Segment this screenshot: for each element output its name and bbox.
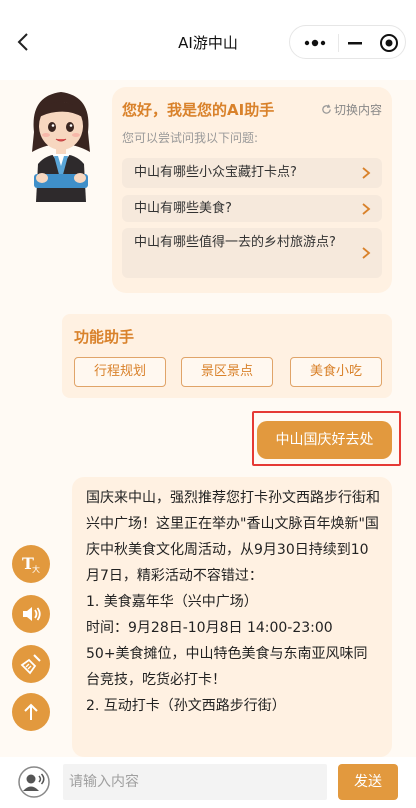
food-snacks-button[interactable]: 美食小吃 <box>290 357 382 387</box>
refresh-icon <box>321 103 332 117</box>
top-nav-bar: AI游中山 <box>0 0 416 80</box>
greeting-subtitle: 您可以尝试问我以下问题: <box>122 131 259 145</box>
minimize-icon[interactable] <box>342 34 368 52</box>
suggested-question-label: 中山有哪些美食? <box>134 201 232 216</box>
user-message-bubble[interactable]: 中山国庆好去处 <box>257 421 392 459</box>
greeting-card: 您好，我是您的AI助手 切换内容 您可以尝试问我以下问题: 中山有哪些小众宝藏打… <box>112 87 392 293</box>
speaker-icon <box>23 607 41 621</box>
close-target-icon[interactable] <box>378 33 400 53</box>
suggested-question-label: 中山有哪些小众宝藏打卡点? <box>134 165 297 180</box>
chevron-right-icon <box>362 247 371 259</box>
suggested-question[interactable]: 中山有哪些小众宝藏打卡点? <box>122 158 382 188</box>
voice-input-button[interactable] <box>18 766 50 798</box>
capsule-divider <box>338 34 339 52</box>
switch-content-button[interactable]: 切换内容 <box>321 101 382 118</box>
scenic-spots-button[interactable]: 景区景点 <box>181 357 273 387</box>
message-input[interactable] <box>63 764 327 800</box>
suggested-question[interactable]: 中山有哪些美食? <box>122 195 382 222</box>
assistant-answer-bubble: 国庆来中山，强烈推荐您打卡孙文西路步行街和兴中广场！这里正在举办"香山文脉百年焕… <box>72 477 392 757</box>
ai-assistant-avatar <box>16 82 106 202</box>
font-size-icon: T 大 <box>22 554 40 574</box>
scroll-top-button[interactable] <box>12 693 50 731</box>
greeting-title: 您好，我是您的AI助手 <box>122 101 275 119</box>
clear-chat-button[interactable] <box>12 645 50 683</box>
svg-text:大: 大 <box>32 564 40 574</box>
broom-clear-icon <box>20 654 41 675</box>
function-helper-title: 功能助手 <box>74 328 135 346</box>
chevron-right-icon <box>362 202 371 215</box>
suggested-question[interactable]: 中山有哪些值得一去的乡村旅游点? <box>122 228 382 278</box>
assistant-answer-text: 国庆来中山，强烈推荐您打卡孙文西路步行街和兴中广场！这里正在举办"香山文脉百年焕… <box>86 490 380 714</box>
bottom-input-bar: 发送 <box>0 757 416 808</box>
itinerary-planning-button[interactable]: 行程规划 <box>74 357 166 387</box>
mini-program-capsule <box>289 25 406 59</box>
more-dots-icon[interactable] <box>302 34 328 52</box>
voice-person-icon <box>18 766 50 798</box>
chevron-right-icon <box>362 167 371 179</box>
font-size-button[interactable]: T 大 <box>12 545 50 583</box>
suggested-question-label: 中山有哪些值得一去的乡村旅游点? <box>134 235 336 250</box>
switch-content-label: 切换内容 <box>333 103 382 117</box>
send-button[interactable]: 发送 <box>338 764 398 800</box>
speaker-button[interactable] <box>12 595 50 633</box>
arrow-up-icon <box>24 703 38 720</box>
function-helper-card: 功能助手 行程规划 景区景点 美食小吃 <box>62 314 392 398</box>
